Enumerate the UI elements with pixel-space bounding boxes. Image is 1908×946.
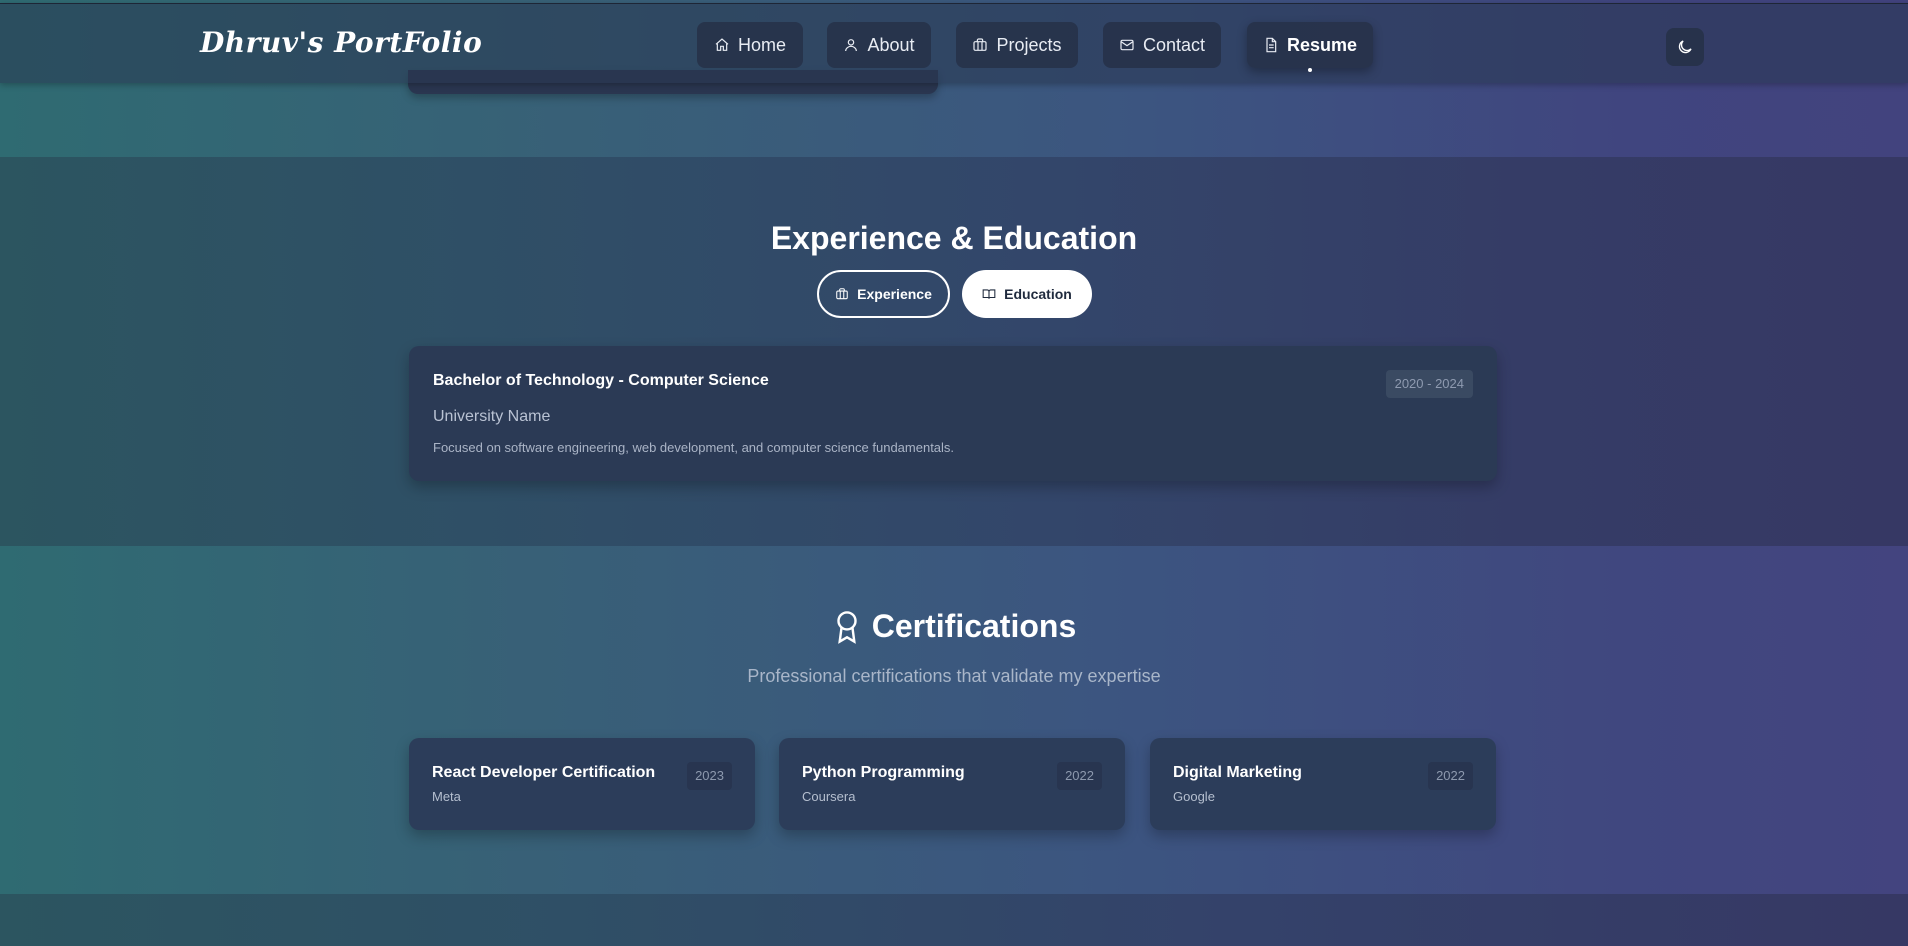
school-name: University Name (433, 408, 551, 425)
nav-about[interactable]: About (827, 22, 931, 68)
nav-about-label: About (867, 34, 915, 55)
mail-icon (1120, 39, 1134, 51)
nav-home[interactable]: Home (697, 22, 803, 68)
certification-card: Digital Marketing Google 2022 (1150, 738, 1496, 830)
theme-toggle-button[interactable] (1666, 28, 1704, 66)
nav-resume[interactable]: Resume (1247, 22, 1373, 68)
tab-education-label: Education (1004, 286, 1072, 302)
nav-home-label: Home (737, 34, 786, 55)
nav-contact-label: Contact (1142, 34, 1206, 55)
active-indicator (1308, 68, 1312, 72)
certification-name: Digital Marketing (1173, 764, 1302, 781)
certifications-subtitle: Professional certifications that validat… (747, 666, 1161, 686)
moon-icon (1678, 40, 1692, 54)
certification-name: Python Programming (802, 764, 965, 781)
certification-card: Python Programming Coursera 2022 (779, 738, 1125, 830)
nav-resume-label: Resume (1286, 34, 1358, 55)
site-logo[interactable]: Dhruv's PortFolio (200, 26, 482, 59)
award-icon (837, 610, 857, 644)
education-description: Focused on software engineering, web dev… (433, 440, 955, 455)
nav-contact[interactable]: Contact (1103, 22, 1221, 68)
briefcase-icon (973, 38, 988, 51)
certification-name: React Developer Certification (432, 764, 656, 781)
certification-year-badge: 2022 (1428, 762, 1473, 790)
certification-year-badge: 2022 (1057, 762, 1102, 790)
nav-projects-label: Projects (996, 34, 1062, 55)
certifications-title-text: Certifications (871, 608, 1077, 644)
navbar: Dhruv's PortFolio Home About Projects Co… (0, 3, 1908, 83)
certifications-title: Certifications (0, 608, 1908, 645)
next-section-bg (0, 894, 1908, 946)
education-section-title: Experience & Education (770, 220, 1138, 256)
education-card: Bachelor of Technology - Computer Scienc… (409, 346, 1497, 481)
tab-experience-label: Experience (857, 286, 932, 302)
certification-year-badge: 2023 (687, 762, 732, 790)
home-icon (715, 38, 729, 51)
certification-issuer: Meta (432, 789, 461, 804)
certifications-section-bg (0, 546, 1908, 894)
tab-experience[interactable]: Experience (817, 270, 950, 318)
nav-projects[interactable]: Projects (956, 22, 1078, 68)
file-icon (1266, 37, 1277, 53)
briefcase-icon (836, 288, 848, 300)
degree-title: Bachelor of Technology - Computer Scienc… (433, 372, 769, 389)
tab-education[interactable]: Education (962, 270, 1092, 318)
user-icon (845, 39, 858, 52)
certification-issuer: Coursera (802, 789, 856, 804)
certification-card: React Developer Certification Meta 2023 (409, 738, 755, 830)
book-icon (982, 289, 996, 299)
education-years-badge: 2020 - 2024 (1385, 370, 1473, 398)
certification-issuer: Google (1173, 789, 1215, 804)
